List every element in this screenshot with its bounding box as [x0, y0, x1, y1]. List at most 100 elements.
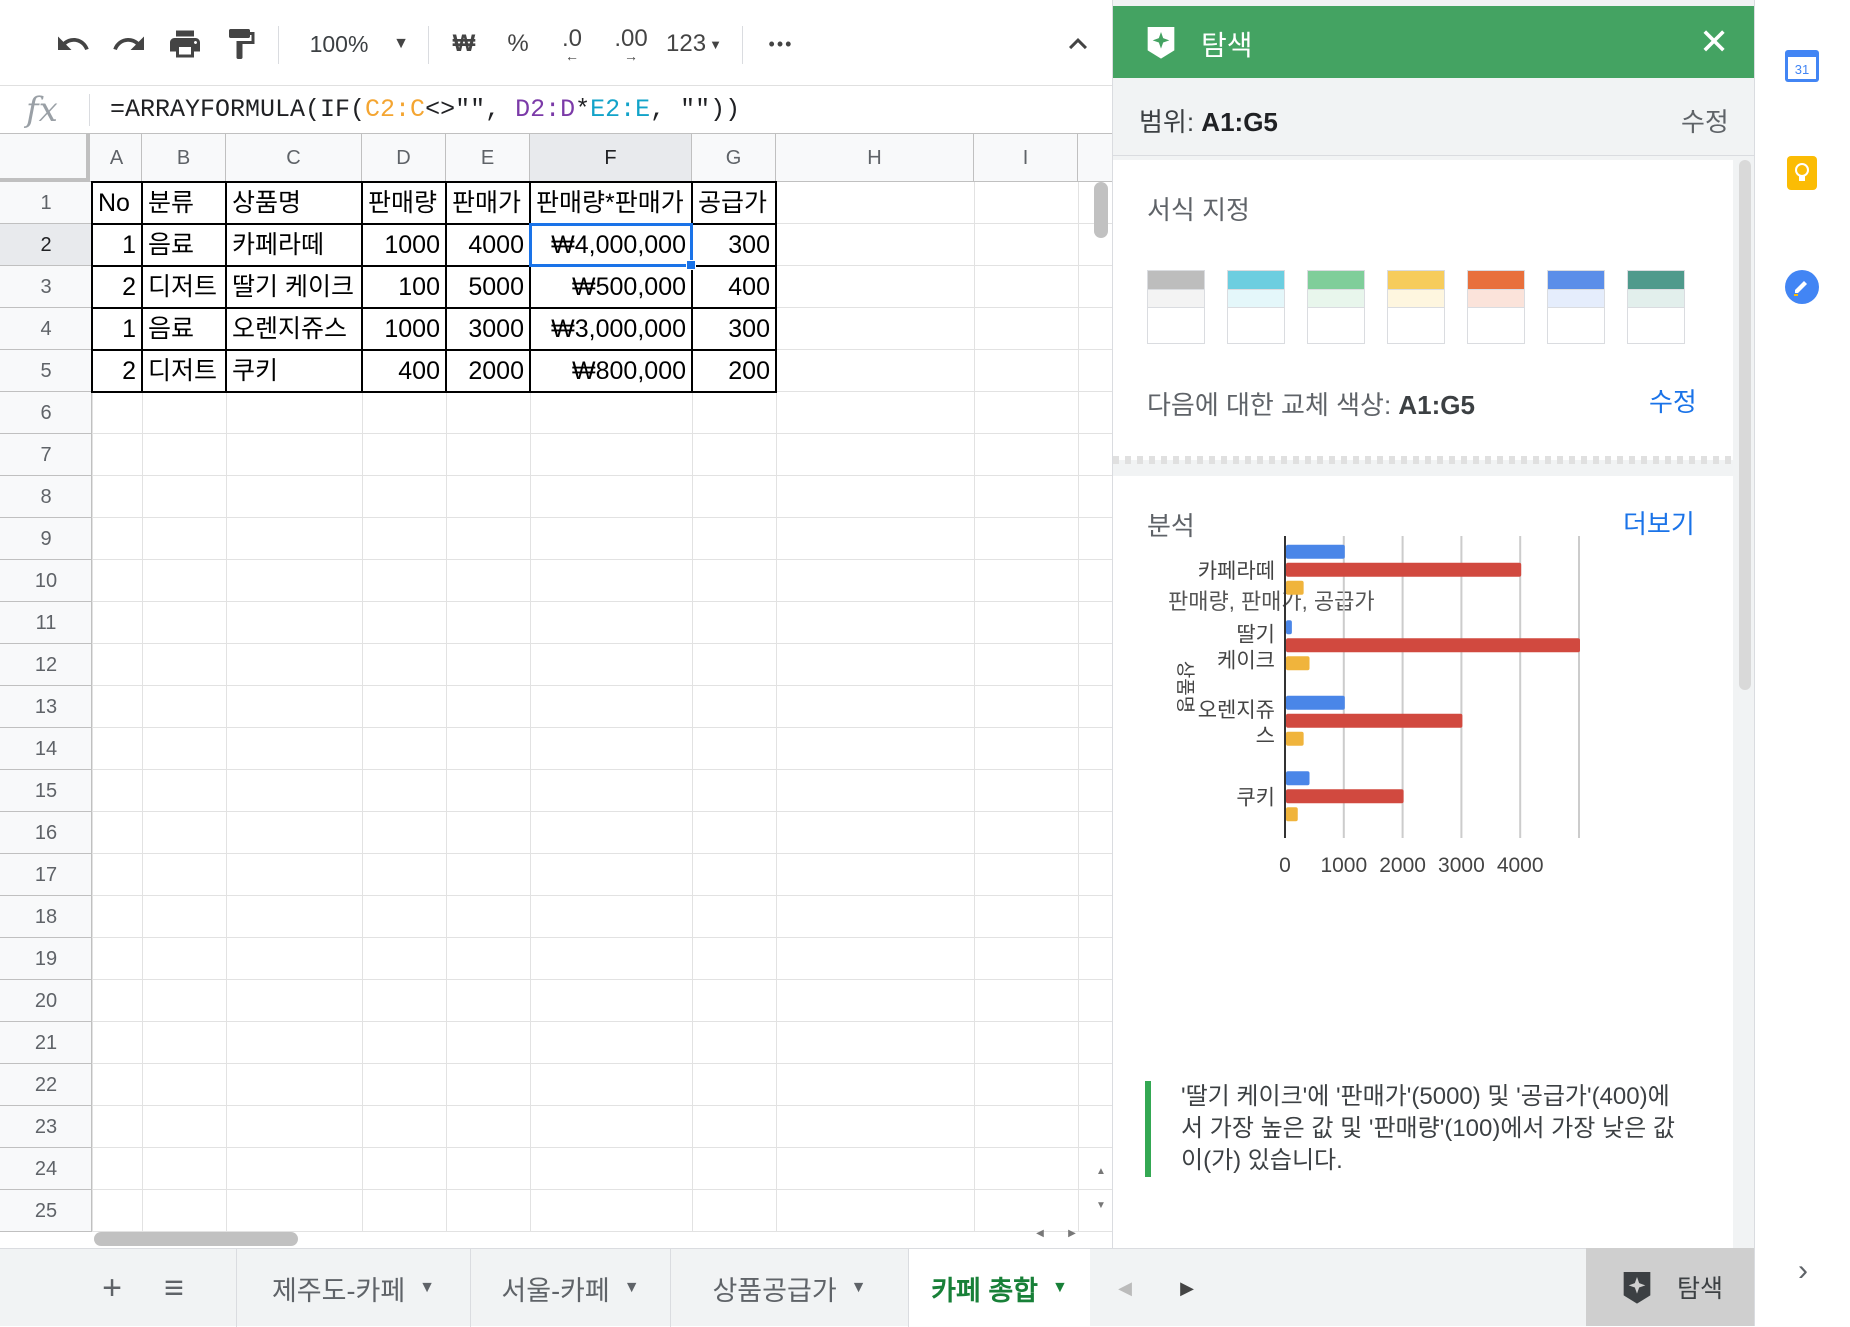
column-header-i[interactable]: I: [974, 134, 1078, 182]
data-cell[interactable]: 1: [92, 308, 142, 350]
data-cell[interactable]: 디저트: [142, 266, 226, 308]
data-cell[interactable]: 디저트: [142, 350, 226, 392]
sheet-tab-cafe-total[interactable]: 카페 총합 ▼: [908, 1249, 1090, 1327]
row-header-5[interactable]: 5: [0, 350, 92, 392]
data-cell[interactable]: 음료: [142, 224, 226, 266]
range-edit-link[interactable]: 수정: [1681, 102, 1729, 139]
data-cell[interactable]: 100: [362, 266, 446, 308]
paint-format-icon[interactable]: [218, 22, 264, 66]
formula-input[interactable]: =ARRAYFORMULA(IF(C2:C<>"", D2:D*E2:E, ""…: [110, 95, 740, 124]
data-cell[interactable]: 3000: [446, 308, 530, 350]
row-header-17[interactable]: 17: [0, 854, 92, 896]
row-header-10[interactable]: 10: [0, 560, 92, 602]
data-cell[interactable]: 4000: [446, 224, 530, 266]
percent-format-button[interactable]: %: [498, 22, 538, 66]
explore-button[interactable]: 탐색: [1586, 1248, 1754, 1326]
tabs-scroll-left-icon[interactable]: ◀: [1112, 1249, 1138, 1327]
row-header-16[interactable]: 16: [0, 812, 92, 854]
column-header-h[interactable]: H: [776, 134, 974, 182]
column-header-a[interactable]: A: [92, 134, 142, 182]
data-cell[interactable]: ₩4,000,000: [530, 224, 692, 266]
increase-decimal-button[interactable]: .00 →: [606, 22, 656, 66]
fill-handle[interactable]: [686, 260, 696, 270]
column-header-b[interactable]: B: [142, 134, 226, 182]
undo-icon[interactable]: [50, 22, 96, 66]
zoom-select[interactable]: 100%: [298, 22, 380, 66]
row-header-14[interactable]: 14: [0, 728, 92, 770]
row-header-20[interactable]: 20: [0, 980, 92, 1022]
row-header-25[interactable]: 25: [0, 1190, 92, 1232]
more-icon[interactable]: •••: [758, 22, 804, 66]
scroll-left-arrow-icon[interactable]: ◀: [1030, 1228, 1050, 1246]
close-icon[interactable]: ✕: [1699, 24, 1729, 60]
currency-format-button[interactable]: ₩: [444, 22, 484, 66]
data-cell[interactable]: 2: [92, 266, 142, 308]
data-cell[interactable]: 300: [692, 308, 776, 350]
more-formats-button[interactable]: 123 ▼: [662, 22, 726, 66]
data-cell[interactable]: 카페라떼: [226, 224, 362, 266]
row-header-1[interactable]: 1: [0, 182, 92, 224]
row-header-2[interactable]: 2: [0, 224, 92, 266]
row-header-4[interactable]: 4: [0, 308, 92, 350]
tasks-icon[interactable]: [1783, 268, 1821, 306]
cell-area[interactable]: No 분류 상품명 판매량 판매가 판매량*판매가 공급가 1 음료 카페라떼 1000 4000 ₩4…: [91, 181, 1112, 1232]
row-header-6[interactable]: 6: [0, 392, 92, 434]
add-sheet-button[interactable]: +: [92, 1249, 132, 1327]
data-cell[interactable]: 5000: [446, 266, 530, 308]
header-cell[interactable]: 판매량*판매가: [530, 182, 692, 224]
data-cell[interactable]: 딸기 케이크: [226, 266, 362, 308]
row-header-12[interactable]: 12: [0, 644, 92, 686]
chevron-up-icon[interactable]: [1058, 22, 1098, 66]
data-cell[interactable]: 300: [692, 224, 776, 266]
row-header-24[interactable]: 24: [0, 1148, 92, 1190]
data-cell[interactable]: 쿠키: [226, 350, 362, 392]
header-cell[interactable]: 판매량: [362, 182, 446, 224]
table-style-swatch[interactable]: [1627, 270, 1685, 344]
scroll-right-arrow-icon[interactable]: ▶: [1062, 1228, 1082, 1246]
table-style-swatch[interactable]: [1227, 270, 1285, 344]
print-icon[interactable]: [162, 22, 208, 66]
scroll-up-arrow-icon[interactable]: ▲: [1092, 1166, 1110, 1182]
data-cell[interactable]: 음료: [142, 308, 226, 350]
row-header-21[interactable]: 21: [0, 1022, 92, 1064]
header-cell[interactable]: 분류: [142, 182, 226, 224]
row-header-23[interactable]: 23: [0, 1106, 92, 1148]
data-cell[interactable]: 2: [92, 350, 142, 392]
chevron-down-icon[interactable]: ▼: [1052, 1279, 1068, 1297]
chevron-down-icon[interactable]: ▼: [624, 1279, 640, 1297]
column-header-e[interactable]: E: [446, 134, 530, 182]
all-sheets-button[interactable]: ≡: [152, 1249, 196, 1327]
bar-chart[interactable]: 카페라떼딸기케이크오렌지쥬스쿠키 0 1000 2000 3000 4000 상품명: [1113, 476, 1733, 1036]
data-cell[interactable]: 오렌지쥬스: [226, 308, 362, 350]
row-header-13[interactable]: 13: [0, 686, 92, 728]
select-all-corner[interactable]: [0, 134, 90, 182]
sheet-tab-supply-price[interactable]: 상품공급가 ▼: [670, 1249, 908, 1327]
chevron-right-icon[interactable]: ›: [1785, 1254, 1821, 1290]
sheet-tab-jeju[interactable]: 제주도-카페 ▼: [236, 1249, 470, 1327]
header-cell[interactable]: 상품명: [226, 182, 362, 224]
header-cell[interactable]: No: [92, 182, 142, 224]
redo-icon[interactable]: [106, 22, 152, 66]
data-cell[interactable]: 400: [692, 266, 776, 308]
row-header-18[interactable]: 18: [0, 896, 92, 938]
scroll-down-arrow-icon[interactable]: ▼: [1092, 1200, 1110, 1216]
vertical-scrollbar[interactable]: [1094, 182, 1108, 238]
column-header-c[interactable]: C: [226, 134, 362, 182]
decrease-decimal-button[interactable]: .0 ←: [550, 22, 594, 66]
panel-scrollbar-thumb[interactable]: [1739, 160, 1751, 690]
alternating-colors-edit-link[interactable]: 수정: [1649, 382, 1697, 419]
calendar-icon[interactable]: 31: [1783, 46, 1821, 84]
data-cell[interactable]: 1: [92, 224, 142, 266]
chevron-down-icon[interactable]: ▼: [419, 1279, 435, 1297]
data-cell[interactable]: ₩500,000: [530, 266, 692, 308]
data-cell[interactable]: 200: [692, 350, 776, 392]
row-header-8[interactable]: 8: [0, 476, 92, 518]
chevron-down-icon[interactable]: ▼: [384, 22, 418, 66]
data-cell[interactable]: ₩800,000: [530, 350, 692, 392]
data-cell[interactable]: ₩3,000,000: [530, 308, 692, 350]
header-cell[interactable]: 판매가: [446, 182, 530, 224]
sheet-tab-seoul[interactable]: 서울-카페 ▼: [470, 1249, 670, 1327]
table-style-swatch[interactable]: [1307, 270, 1365, 344]
horizontal-scrollbar[interactable]: [94, 1232, 298, 1246]
column-header-f[interactable]: F: [530, 134, 692, 182]
